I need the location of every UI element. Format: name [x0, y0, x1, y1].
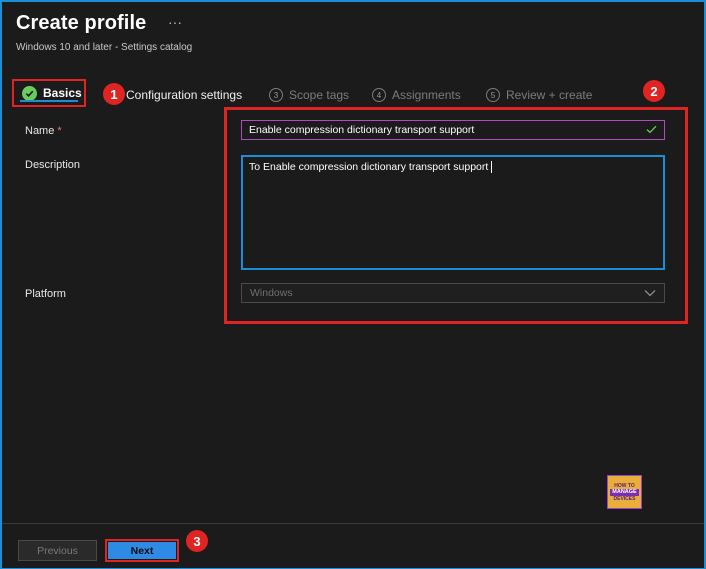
page-title: Create profile [16, 12, 147, 34]
required-mark: * [57, 125, 62, 137]
callout-box-next: Next [105, 539, 179, 562]
chevron-down-icon [644, 284, 656, 302]
step-assignments-label: Assignments [392, 88, 461, 102]
description-label: Description [25, 159, 81, 171]
step-number-3: 3 [269, 88, 283, 102]
previous-button[interactable]: Previous [18, 540, 97, 561]
step-configuration-label: Configuration settings [126, 88, 243, 102]
page-subtitle: Windows 10 and later - Settings catalog [16, 42, 193, 53]
name-label: Name * [25, 125, 62, 137]
step-scope-tags-label: Scope tags [289, 88, 350, 102]
step-number-4: 4 [372, 88, 386, 102]
callout-badge-1: 1 [103, 83, 125, 105]
text-caret [491, 161, 493, 174]
next-button[interactable]: Next [108, 542, 176, 559]
platform-label: Platform [25, 288, 66, 300]
platform-select[interactable]: Windows [241, 283, 665, 303]
step-configuration-settings[interactable]: Configuration settings [126, 88, 242, 102]
callout-badge-3: 3 [186, 530, 208, 552]
app-window: Create profile ··· Windows 10 and later … [0, 0, 706, 569]
step-review-create[interactable]: 5 Review + create [486, 88, 592, 102]
howto-manage-devices-logo: HOW TO MANAGE DEVICES [607, 475, 642, 509]
step-number-5: 5 [486, 88, 500, 102]
step-basics-label: Basics [43, 86, 82, 100]
valid-check-icon [646, 121, 657, 139]
name-input[interactable]: Enable compression dictionary transport … [241, 120, 665, 140]
step-assignments[interactable]: 4 Assignments [372, 88, 461, 102]
platform-select-value: Windows [250, 287, 293, 299]
more-options-icon[interactable]: ··· [168, 14, 182, 30]
step-basics[interactable]: Basics [12, 79, 86, 107]
description-value: To Enable compression dictionary transpo… [249, 161, 489, 173]
description-textarea[interactable]: To Enable compression dictionary transpo… [241, 155, 665, 270]
step-review-create-label: Review + create [506, 88, 593, 102]
name-input-value: Enable compression dictionary transport … [249, 124, 475, 136]
callout-badge-2: 2 [643, 80, 665, 102]
check-circle-icon [22, 85, 37, 101]
step-scope-tags[interactable]: 3 Scope tags [269, 88, 349, 102]
